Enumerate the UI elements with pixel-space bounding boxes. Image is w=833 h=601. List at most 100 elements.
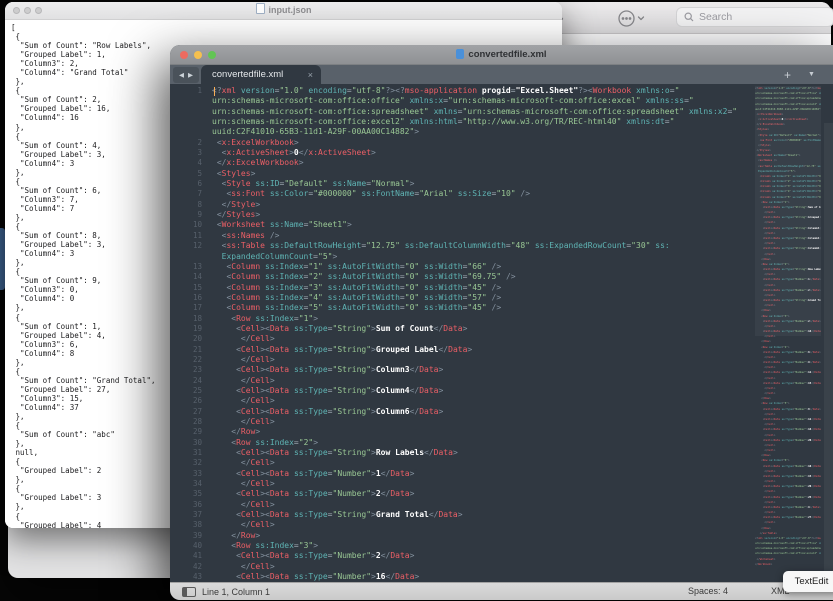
code-text: <ss:Names /> — [212, 231, 279, 241]
search-input[interactable]: Search — [676, 7, 833, 27]
code-line[interactable]: 2 <x:ExcelWorkbook> — [170, 138, 833, 148]
code-line[interactable]: 23 <Cell><Data ss:Type="String">Column3<… — [170, 365, 833, 375]
code-line[interactable]: ExpandedColumnCount="5"> — [170, 252, 833, 262]
code-line[interactable]: 19 <Cell><Data ss:Type="String">Sum of C… — [170, 324, 833, 334]
code-editor-area[interactable]: 1<?xml version="1.0" encoding="utf-8"?><… — [170, 84, 833, 583]
code-line[interactable]: 24 </Cell> — [170, 376, 833, 386]
line-number: 4 — [170, 158, 212, 168]
code-line[interactable]: 5 <Styles> — [170, 169, 833, 179]
document-icon — [456, 49, 464, 59]
more-options-icon[interactable] — [615, 8, 649, 28]
code-text: <Cell><Data ss:Type="Number">2</Data> — [212, 489, 414, 499]
code-line[interactable]: 4 </x:ExcelWorkbook> — [170, 158, 833, 168]
minimap-line: </Workbook> — [755, 562, 821, 567]
code-text: </Cell> — [212, 500, 275, 510]
code-text: <Cell><Data ss:Type="String">Grouped Lab… — [212, 345, 472, 355]
code-line[interactable]: 6 <Style ss:ID="Default" ss:Name="Normal… — [170, 179, 833, 189]
code-line[interactable]: urn:schemas-microsoft-com:office:office"… — [170, 96, 833, 106]
code-text: <Column ss:Index="5" ss:AutoFitWidth="0"… — [212, 303, 501, 313]
code-line[interactable]: 31 <Cell><Data ss:Type="String">Row Labe… — [170, 448, 833, 458]
code-text: <x:ActiveSheet>0</x:ActiveSheet> — [212, 148, 376, 158]
tab-nav-arrows[interactable]: ◀ ▶ — [173, 67, 199, 83]
code-line[interactable]: 3 <x:ActiveSheet>0</x:ActiveSheet> — [170, 148, 833, 158]
line-number: 12 — [170, 241, 212, 251]
code-line[interactable]: 1<?xml version="1.0" encoding="utf-8"?><… — [170, 86, 833, 96]
code-line[interactable]: 32 </Cell> — [170, 458, 833, 468]
code-line[interactable]: 17 <Column ss:Index="5" ss:AutoFitWidth=… — [170, 303, 833, 313]
code-line[interactable]: 25 <Cell><Data ss:Type="String">Column4<… — [170, 386, 833, 396]
tab-convertedfile[interactable]: convertedfile.xml × — [201, 65, 321, 85]
line-number: 9 — [170, 210, 212, 220]
editor-window[interactable]: convertedfile.xml ◀ ▶ convertedfile.xml … — [170, 45, 833, 600]
code-line[interactable]: 42 </Cell> — [170, 562, 833, 572]
line-number: 21 — [170, 345, 212, 355]
code-line[interactable]: 13 <Column ss:Index="1" ss:AutoFitWidth=… — [170, 262, 833, 272]
code-line[interactable]: 27 <Cell><Data ss:Type="String">Column6<… — [170, 407, 833, 417]
code-line[interactable]: 39 </Row> — [170, 531, 833, 541]
tab-bar: ◀ ▶ convertedfile.xml × + ▼ — [170, 65, 833, 85]
nav-back-icon[interactable]: ◀ — [179, 71, 184, 79]
code-line[interactable]: 41 <Cell><Data ss:Type="Number">2</Data> — [170, 551, 833, 561]
new-tab-button[interactable]: + — [784, 65, 791, 85]
json-window-titlebar[interactable]: input.json — [5, 2, 562, 20]
code-line[interactable]: 16 <Column ss:Index="4" ss:AutoFitWidth=… — [170, 293, 833, 303]
tab-overflow-icon[interactable]: ▼ — [808, 65, 815, 85]
document-icon — [256, 3, 265, 14]
code-text: <ss:Table ss:DefaultRowHeight="12.75" ss… — [212, 241, 670, 251]
code-line[interactable]: 30 <Row ss:Index="2"> — [170, 438, 833, 448]
code-line[interactable]: 8 </Style> — [170, 200, 833, 210]
minimap-viewport[interactable] — [755, 86, 821, 336]
code-line[interactable]: 28 </Cell> — [170, 417, 833, 427]
line-number: 33 — [170, 469, 212, 479]
scrollbar[interactable] — [824, 123, 833, 600]
code-line[interactable]: 21 <Cell><Data ss:Type="String">Grouped … — [170, 345, 833, 355]
code-line[interactable]: 14 <Column ss:Index="2" ss:AutoFitWidth=… — [170, 272, 833, 282]
line-number — [170, 252, 212, 262]
code-line[interactable]: 11 <ss:Names /> — [170, 231, 833, 241]
line-number — [170, 96, 212, 106]
code-line[interactable]: uuid:C2F41010-65B3-11d1-A29F-00AA00C1488… — [170, 127, 833, 137]
code-line[interactable]: 37 <Cell><Data ss:Type="String">Grand To… — [170, 510, 833, 520]
line-number: 15 — [170, 283, 212, 293]
code-line[interactable]: 20 </Cell> — [170, 334, 833, 344]
line-number: 39 — [170, 531, 212, 541]
code-line[interactable]: 18 <Row ss:Index="1"> — [170, 314, 833, 324]
sidebar-toggle-icon[interactable] — [182, 587, 196, 597]
line-number: 28 — [170, 417, 212, 427]
code-line[interactable]: 7 <ss:Font ss:Color="#000000" ss:FontNam… — [170, 189, 833, 199]
code-line[interactable]: 34 </Cell> — [170, 479, 833, 489]
code-line[interactable]: 15 <Column ss:Index="3" ss:AutoFitWidth=… — [170, 283, 833, 293]
line-number: 25 — [170, 386, 212, 396]
code-text: <Row ss:Index="2"> — [212, 438, 318, 448]
code-line[interactable]: 12 <ss:Table ss:DefaultRowHeight="12.75"… — [170, 241, 833, 251]
code-line[interactable]: 38 </Cell> — [170, 520, 833, 530]
line-number: 22 — [170, 355, 212, 365]
code-line[interactable]: urn:schemas-microsoft-com:office:excel2"… — [170, 117, 833, 127]
code-text: </Cell> — [212, 417, 275, 427]
code-text: </Cell> — [212, 355, 275, 365]
nav-forward-icon[interactable]: ▶ — [188, 71, 193, 79]
line-number: 5 — [170, 169, 212, 179]
indent-setting[interactable]: Spaces: 4 — [688, 583, 728, 600]
line-number: 14 — [170, 272, 212, 282]
code-line[interactable]: 9 </Styles> — [170, 210, 833, 220]
code-line[interactable]: 26 </Cell> — [170, 396, 833, 406]
code-line[interactable]: 36 </Cell> — [170, 500, 833, 510]
code-line[interactable]: 33 <Cell><Data ss:Type="Number">1</Data> — [170, 469, 833, 479]
code-text: <Cell><Data ss:Type="String">Row Labels<… — [212, 448, 458, 458]
code-line[interactable]: 10 <Worksheet ss:Name="Sheet1"> — [170, 220, 833, 230]
tab-close-icon[interactable]: × — [308, 65, 313, 85]
code-text: <?xml version="1.0" encoding="utf-8"?><?… — [212, 86, 679, 96]
code-text: <Row ss:Index="3"> — [212, 541, 318, 551]
code-line[interactable]: 40 <Row ss:Index="3"> — [170, 541, 833, 551]
line-number: 8 — [170, 200, 212, 210]
code-line[interactable]: 29 </Row> — [170, 427, 833, 437]
code-line[interactable]: 35 <Cell><Data ss:Type="Number">2</Data> — [170, 489, 833, 499]
minimap-line: <Cell><Data ss:Type="Number">10</Data> — [755, 464, 821, 469]
code-line[interactable]: 43 <Cell><Data ss:Type="Number">16</Data… — [170, 572, 833, 582]
code-text: <Cell><Data ss:Type="String">Column6</Da… — [212, 407, 443, 417]
code-line[interactable]: urn:schemas-microsoft-com:office:spreads… — [170, 107, 833, 117]
code-line[interactable]: 22 </Cell> — [170, 355, 833, 365]
code-text: <Cell><Data ss:Type="Number">2</Data> — [212, 551, 414, 561]
editor-titlebar[interactable]: convertedfile.xml — [170, 45, 833, 65]
